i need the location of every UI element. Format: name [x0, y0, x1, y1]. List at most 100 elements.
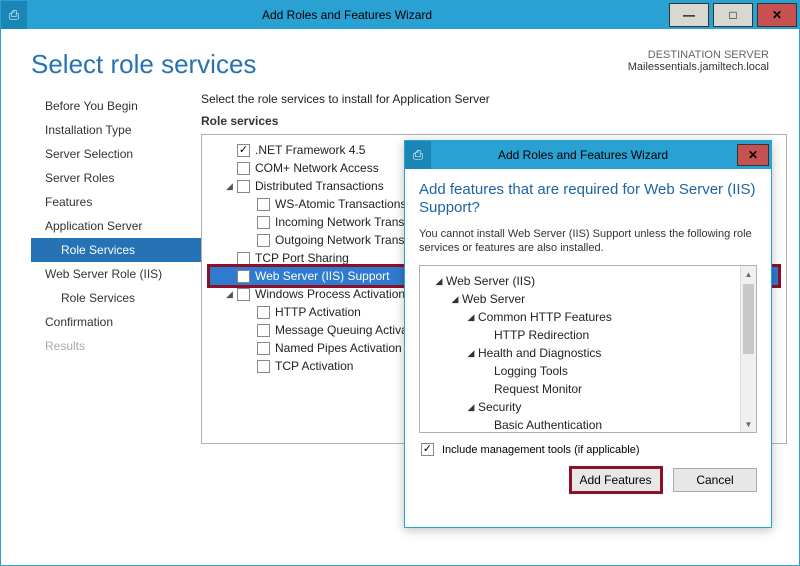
- dialog-heading: Add features that are required for Web S…: [419, 181, 757, 217]
- tree-label: .NET Framework 4.5: [255, 143, 365, 157]
- checkbox[interactable]: [237, 270, 250, 283]
- titlebar: ⎙ Add Roles and Features Wizard — □ ✕: [1, 1, 799, 29]
- checkbox[interactable]: [257, 342, 270, 355]
- checkbox[interactable]: [257, 324, 270, 337]
- nav-before-you-begin[interactable]: Before You Begin: [31, 94, 201, 118]
- spacer-icon: [244, 199, 255, 210]
- spacer-icon: [244, 361, 255, 372]
- tree-label: Distributed Transactions: [255, 179, 384, 193]
- spacer-icon: [244, 307, 255, 318]
- nav-web-server-role[interactable]: Web Server Role (IIS): [31, 262, 201, 286]
- nav-server-roles[interactable]: Server Roles: [31, 166, 201, 190]
- spacer-icon: [244, 235, 255, 246]
- spacer-icon: [244, 325, 255, 336]
- tree-label: TCP Port Sharing: [255, 251, 349, 265]
- checkbox[interactable]: [257, 306, 270, 319]
- nav-installation-type[interactable]: Installation Type: [31, 118, 201, 142]
- tree-label: Logging Tools: [494, 364, 568, 378]
- scroll-up-icon[interactable]: ▲: [741, 266, 756, 282]
- dialog-text: You cannot install Web Server (IIS) Supp…: [419, 227, 757, 255]
- nav-confirmation[interactable]: Confirmation: [31, 310, 201, 334]
- window-buttons: — □ ✕: [667, 1, 799, 29]
- checkbox[interactable]: [237, 144, 250, 157]
- checkbox[interactable]: [257, 234, 270, 247]
- destination-server: DESTINATION SERVER Mailessentials.jamilt…: [628, 49, 769, 73]
- required-features-tree: ◢Web Server (IIS) ◢Web Server ◢Common HT…: [419, 265, 757, 433]
- req-http-redirection[interactable]: HTTP Redirection: [424, 326, 752, 344]
- req-web-server[interactable]: ◢Web Server: [424, 290, 752, 308]
- req-common-http[interactable]: ◢Common HTTP Features: [424, 308, 752, 326]
- collapse-icon[interactable]: ◢: [466, 348, 476, 359]
- collapse-icon[interactable]: ◢: [466, 312, 476, 323]
- scroll-down-icon[interactable]: ▼: [741, 416, 756, 432]
- spacer-icon: [224, 145, 235, 156]
- include-mgmt-row[interactable]: Include management tools (if applicable): [421, 443, 757, 456]
- req-request-monitor[interactable]: Request Monitor: [424, 380, 752, 398]
- include-mgmt-checkbox[interactable]: [421, 443, 434, 456]
- nav-role-services[interactable]: Role Services: [31, 238, 201, 262]
- cancel-button[interactable]: Cancel: [673, 468, 757, 492]
- checkbox[interactable]: [257, 198, 270, 211]
- dialog-button-row: Add Features Cancel: [419, 468, 757, 492]
- page-title: Select role services: [31, 49, 628, 80]
- req-security[interactable]: ◢Security: [424, 398, 752, 416]
- checkbox[interactable]: [237, 288, 250, 301]
- add-features-button[interactable]: Add Features: [571, 468, 661, 492]
- tree-label: Request Monitor: [494, 382, 582, 396]
- nav-server-selection[interactable]: Server Selection: [31, 142, 201, 166]
- tree-label: Named Pipes Activation: [275, 341, 402, 355]
- checkbox[interactable]: [257, 360, 270, 373]
- req-health-diag[interactable]: ◢Health and Diagnostics: [424, 344, 752, 362]
- req-basic-auth[interactable]: Basic Authentication: [424, 416, 752, 433]
- checkbox[interactable]: [237, 162, 250, 175]
- add-features-dialog: ⎙ Add Roles and Features Wizard ✕ Add fe…: [404, 140, 772, 528]
- instruction-text: Select the role services to install for …: [201, 92, 787, 106]
- wizard-nav: Before You Begin Installation Type Serve…: [31, 88, 201, 444]
- include-mgmt-label: Include management tools (if applicable): [442, 444, 640, 456]
- collapse-icon[interactable]: ◢: [224, 181, 235, 192]
- spacer-icon: [224, 271, 235, 282]
- tree-label: HTTP Activation: [275, 305, 361, 319]
- dialog-title: Add Roles and Features Wizard: [431, 148, 735, 162]
- tree-label: Web Server (IIS) Support: [255, 269, 390, 283]
- nav-features[interactable]: Features: [31, 190, 201, 214]
- maximize-button[interactable]: □: [713, 3, 753, 27]
- checkbox[interactable]: [257, 216, 270, 229]
- system-menu-icon[interactable]: ⎙: [405, 141, 431, 169]
- system-menu-icon[interactable]: ⎙: [1, 1, 27, 29]
- req-logging-tools[interactable]: Logging Tools: [424, 362, 752, 380]
- spacer-icon: [244, 217, 255, 228]
- checkbox[interactable]: [237, 180, 250, 193]
- dialog-titlebar: ⎙ Add Roles and Features Wizard ✕: [405, 141, 771, 169]
- window-title: Add Roles and Features Wizard: [27, 8, 667, 22]
- tree-label: TCP Activation: [275, 359, 353, 373]
- destination-label: DESTINATION SERVER: [628, 49, 769, 61]
- tree-label: HTTP Redirection: [494, 328, 589, 342]
- tree-label: Web Server: [462, 292, 525, 306]
- destination-value: Mailessentials.jamiltech.local: [628, 61, 769, 73]
- role-services-heading: Role services: [201, 114, 787, 128]
- collapse-icon[interactable]: ◢: [434, 276, 444, 287]
- tree-label: WS-Atomic Transactions: [275, 197, 406, 211]
- close-button[interactable]: ✕: [757, 3, 797, 27]
- collapse-icon[interactable]: ◢: [466, 402, 476, 413]
- nav-application-server[interactable]: Application Server: [31, 214, 201, 238]
- req-web-server-iis[interactable]: ◢Web Server (IIS): [424, 272, 752, 290]
- tree-label: Web Server (IIS): [446, 274, 535, 288]
- nav-role-services-iis[interactable]: Role Services: [31, 286, 201, 310]
- tree-label: Security: [478, 400, 521, 414]
- scroll-thumb[interactable]: [743, 284, 754, 354]
- dialog-close-button[interactable]: ✕: [737, 144, 769, 166]
- nav-results: Results: [31, 334, 201, 358]
- spacer-icon: [224, 253, 235, 264]
- spacer-icon: [244, 343, 255, 354]
- collapse-icon[interactable]: ◢: [224, 289, 235, 300]
- tree-label: Basic Authentication: [494, 418, 602, 432]
- tree-label: Health and Diagnostics: [478, 346, 601, 360]
- scrollbar[interactable]: ▲ ▼: [740, 266, 756, 432]
- minimize-button[interactable]: —: [669, 3, 709, 27]
- collapse-icon[interactable]: ◢: [450, 294, 460, 305]
- tree-label: COM+ Network Access: [255, 161, 379, 175]
- spacer-icon: [224, 163, 235, 174]
- checkbox[interactable]: [237, 252, 250, 265]
